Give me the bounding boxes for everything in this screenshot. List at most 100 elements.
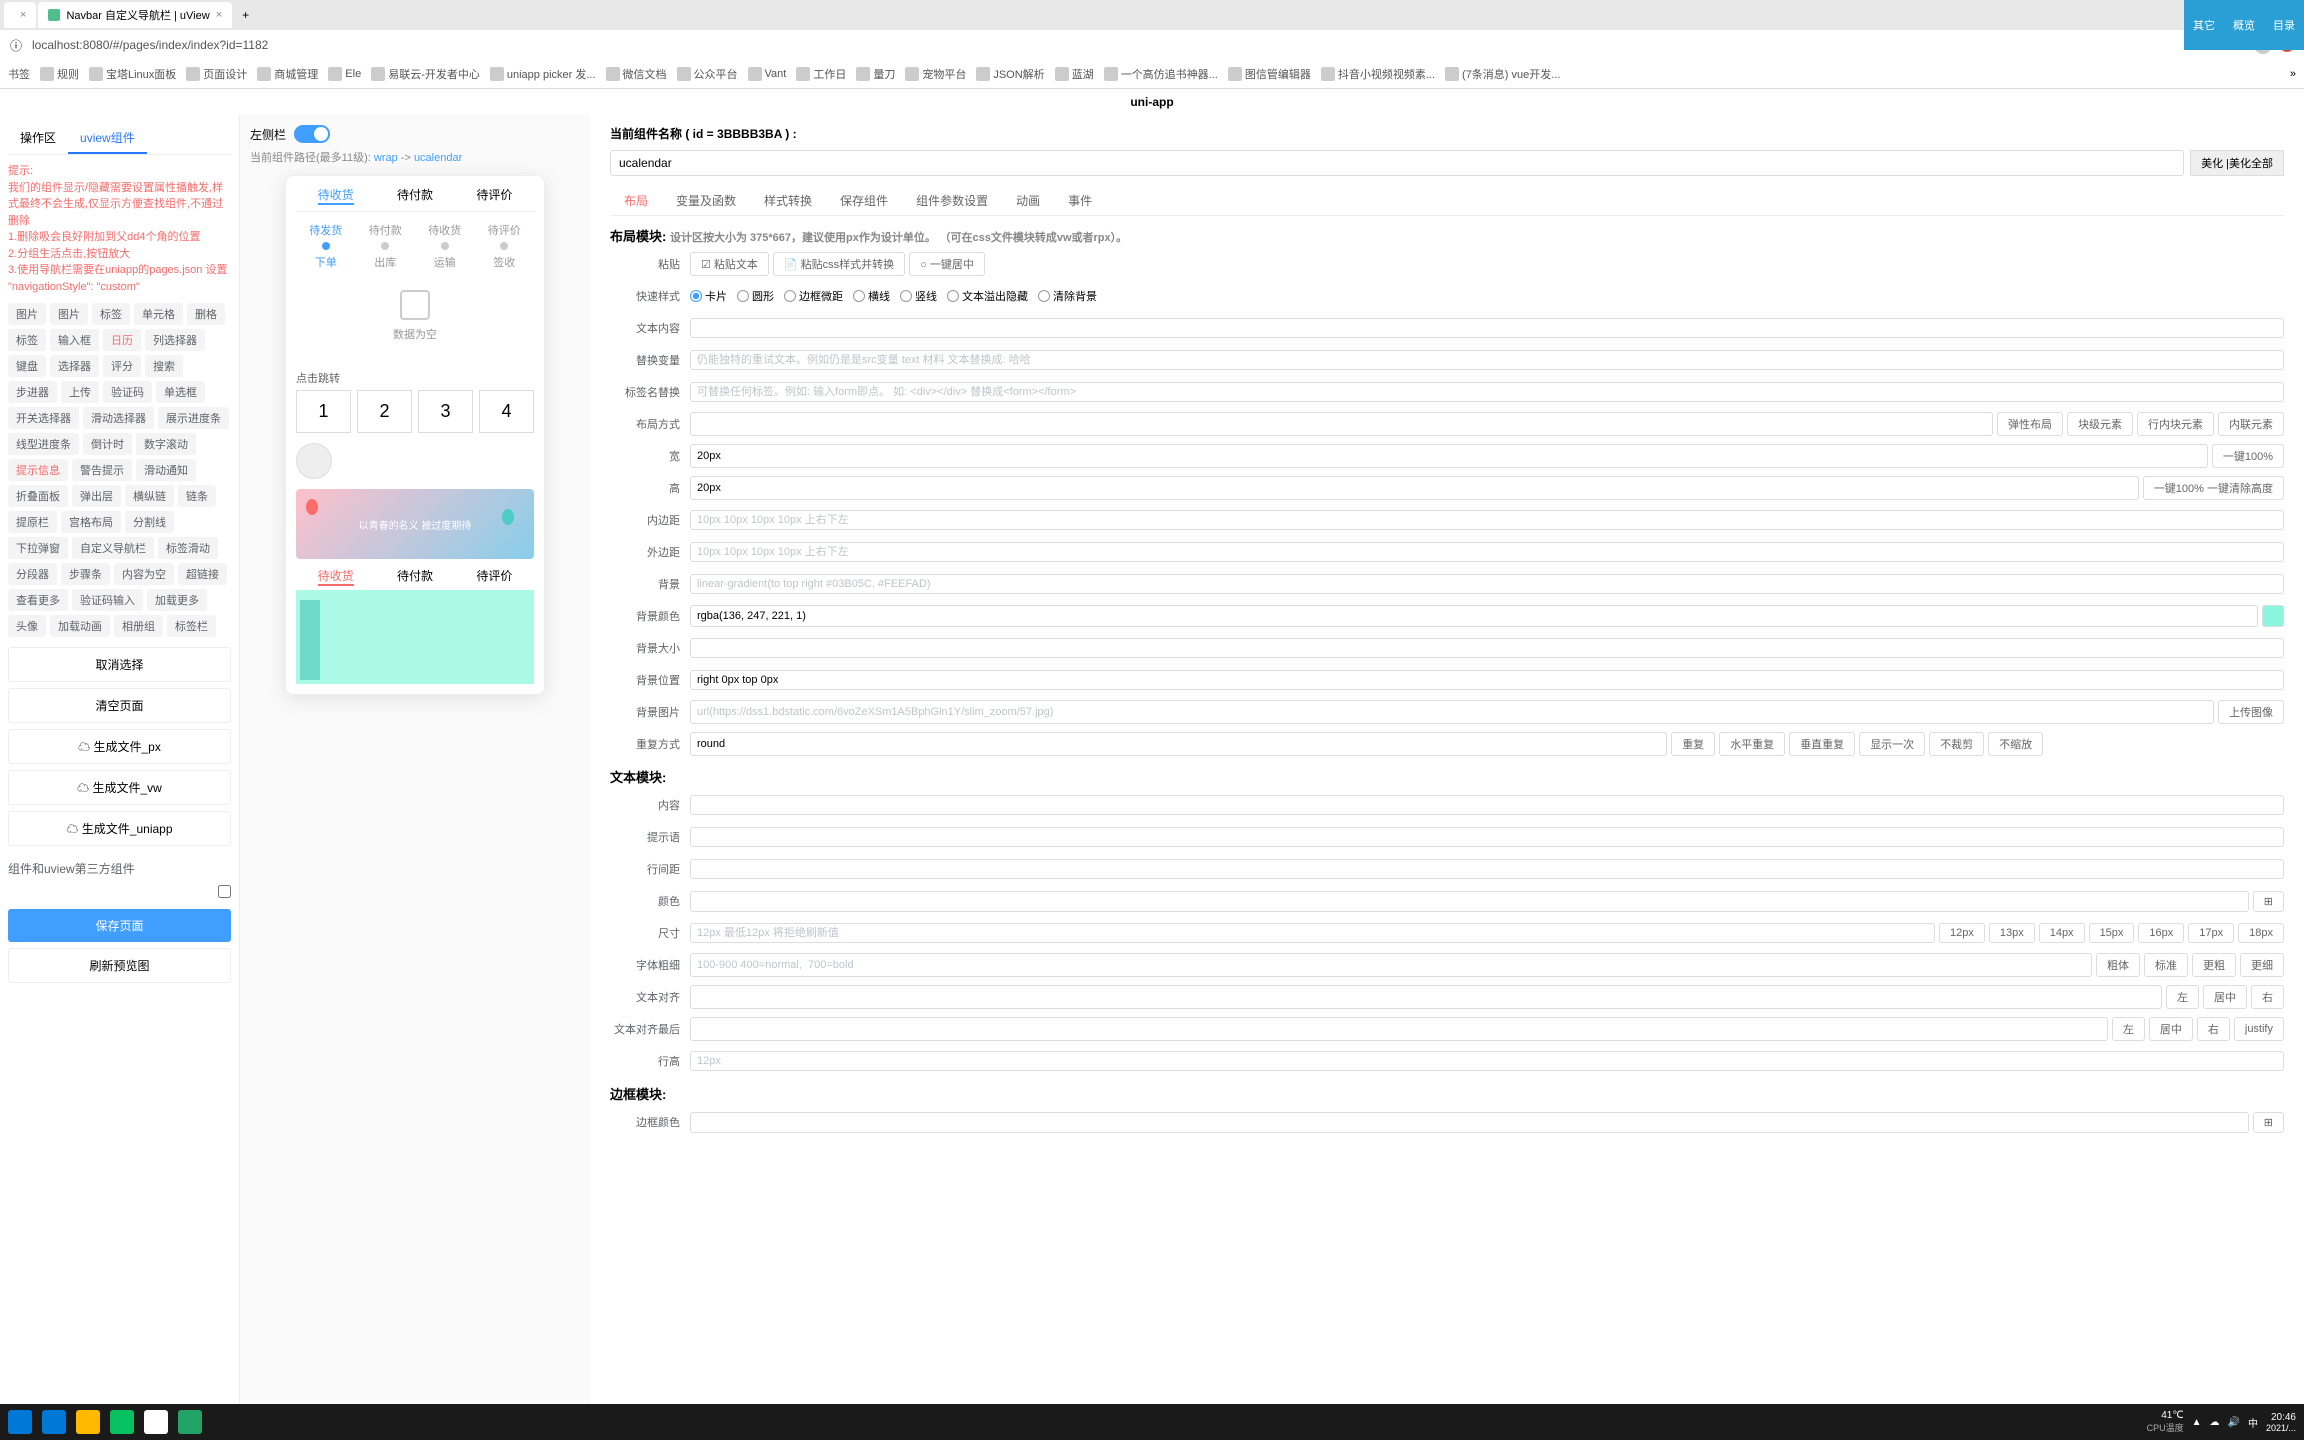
bg-img-input[interactable] [690, 700, 2214, 724]
layout-mode-input[interactable] [690, 412, 1993, 436]
temp-widget[interactable]: 41℃ CPU温度 [2147, 1410, 2184, 1434]
size-opt[interactable]: 14px [2039, 923, 2085, 943]
component-tag[interactable]: 下拉弹窗 [8, 537, 68, 559]
component-tag[interactable]: 加载动画 [50, 615, 110, 637]
preview-tab[interactable]: 待收货 [318, 567, 354, 586]
weight-opt[interactable]: 更粗 [2192, 953, 2236, 977]
component-tag[interactable]: 验证码 [103, 381, 152, 403]
num-cell[interactable]: 1 [296, 390, 351, 433]
component-tag[interactable]: 分段器 [8, 563, 57, 585]
align-last-opt[interactable]: justify [2234, 1017, 2284, 1041]
repeat-opt[interactable]: 重复 [1671, 732, 1715, 756]
banner-image[interactable]: 以青春的名义 被过度期待 [296, 489, 534, 559]
beautify-button[interactable]: 美化 |美化全部 [2190, 150, 2284, 176]
size-opt[interactable]: 12px [1939, 923, 1985, 943]
component-tag[interactable]: 超链接 [178, 563, 227, 585]
component-tag[interactable]: 相册组 [114, 615, 163, 637]
url-input[interactable]: localhost:8080/#/pages/index/index?id=11… [30, 36, 2227, 54]
block-button[interactable]: 块级元素 [2067, 412, 2133, 436]
taskbar-app[interactable] [42, 1410, 66, 1434]
bookmark-item[interactable]: 一个高仿追书神器... [1104, 66, 1218, 82]
component-tag[interactable]: 步骤条 [61, 563, 110, 585]
tray-icon[interactable]: ☁ [2210, 1417, 2220, 1428]
component-tag[interactable]: 数字滚动 [136, 433, 196, 455]
align-last-input[interactable] [690, 1017, 2108, 1041]
preview-tab[interactable]: 待付款 [397, 567, 433, 586]
close-icon[interactable]: × [216, 9, 222, 21]
quick-style-radio[interactable]: 横线 [853, 288, 890, 304]
component-tag[interactable]: 输入框 [50, 329, 99, 351]
align-input[interactable] [690, 985, 2162, 1009]
bookmark-item[interactable]: 页面设计 [186, 66, 247, 82]
close-icon[interactable]: × [20, 9, 26, 21]
component-tag[interactable]: 展示进度条 [158, 407, 229, 429]
selected-component[interactable] [296, 590, 534, 684]
bookmark-item[interactable]: 抖音小视频视频素... [1321, 66, 1435, 82]
component-tag[interactable]: 单选框 [156, 381, 205, 403]
color-picker-button[interactable]: ⊞ [2253, 891, 2284, 912]
size-input[interactable] [690, 923, 1935, 943]
border-color-input[interactable] [690, 1112, 2249, 1133]
padding-input[interactable] [690, 510, 2284, 530]
component-tag[interactable]: 线型进度条 [8, 433, 79, 455]
phone-preview[interactable]: 待收货 待付款 待评价 待发货下单 待付款出库 待收货运输 待评价签收 数据为空… [285, 175, 545, 695]
quick-style-radio[interactable]: 文本溢出隐藏 [947, 288, 1028, 304]
component-tag[interactable]: 图片 [8, 303, 46, 325]
upload-button[interactable]: 上传图像 [2218, 700, 2284, 724]
tray-icon[interactable]: ▲ [2192, 1417, 2202, 1428]
width-input[interactable] [690, 444, 2208, 468]
preview-tab[interactable]: 待收货 [318, 186, 354, 205]
tab-save[interactable]: 保存组件 [826, 186, 902, 215]
bookmark-item[interactable]: 宝塔Linux面板 [89, 66, 176, 82]
hint-input[interactable] [690, 827, 2284, 847]
text-color-input[interactable] [690, 891, 2249, 912]
component-tag[interactable]: 分割线 [125, 511, 174, 533]
weight-opt[interactable]: 粗体 [2096, 953, 2140, 977]
tab-vars[interactable]: 变量及函数 [662, 186, 750, 215]
color-swatch[interactable] [2262, 605, 2284, 627]
line-height-input[interactable] [690, 859, 2284, 879]
component-tag[interactable]: 提原栏 [8, 511, 57, 533]
bg-pos-input[interactable] [690, 670, 2284, 690]
repeat-opt[interactable]: 垂直重复 [1789, 732, 1855, 756]
size-opt[interactable]: 13px [1989, 923, 2035, 943]
bookmark-item[interactable]: 宠物平台 [905, 66, 966, 82]
component-name-input[interactable] [610, 150, 2184, 176]
bookmark-item[interactable]: 微信文档 [606, 66, 667, 82]
component-tag[interactable]: 查看更多 [8, 589, 68, 611]
refresh-preview-button[interactable]: 刷新预览图 [8, 948, 231, 983]
tab-anim[interactable]: 动画 [1002, 186, 1054, 215]
component-tag[interactable]: 选择器 [50, 355, 99, 377]
bookmark-item[interactable]: 量刀 [856, 66, 895, 82]
component-tag[interactable]: 横纵链 [125, 485, 174, 507]
tab-events[interactable]: 事件 [1054, 186, 1106, 215]
bookmark-item[interactable]: 蓝湖 [1055, 66, 1094, 82]
component-tag[interactable]: 折叠面板 [8, 485, 68, 507]
cancel-select-button[interactable]: 取消选择 [8, 647, 231, 682]
clock[interactable]: 20:46 2021/... [2266, 1412, 2296, 1433]
third-party-checkbox[interactable] [218, 885, 231, 898]
bookmark-item[interactable]: 图信管编辑器 [1228, 66, 1311, 82]
preview-tab[interactable]: 待付款 [397, 186, 433, 205]
flex-button[interactable]: 弹性布局 [1997, 412, 2063, 436]
align-opt[interactable]: 右 [2251, 985, 2284, 1009]
browser-tab-2[interactable]: Navbar 自定义导航栏 | uView × [38, 2, 232, 28]
component-tag[interactable]: 滑动选择器 [83, 407, 154, 429]
component-tag[interactable]: 提示信息 [8, 459, 68, 481]
strip-item[interactable]: 其它 [2193, 17, 2215, 33]
repeat-opt[interactable]: 水平重复 [1719, 732, 1785, 756]
browser-tab-1[interactable]: × [4, 2, 36, 28]
component-tag[interactable]: 加载更多 [147, 589, 207, 611]
component-tag[interactable]: 自定义导航栏 [72, 537, 154, 559]
sidebar-switch[interactable] [294, 125, 330, 143]
text-content-input[interactable] [690, 318, 2284, 338]
weight-input[interactable] [690, 953, 2092, 977]
save-page-button[interactable]: 保存页面 [8, 909, 231, 942]
line-h-input[interactable] [690, 1051, 2284, 1071]
quick-style-radio[interactable]: 边框微距 [784, 288, 843, 304]
paste-css-button[interactable]: 📄 粘贴css样式并转换 [773, 252, 905, 276]
bookmark-item[interactable]: uniapp picker 发... [490, 66, 596, 82]
component-tag[interactable]: 图片 [50, 303, 88, 325]
repeat-opt[interactable]: 不缩放 [1988, 732, 2043, 756]
align-opt[interactable]: 左 [2166, 985, 2199, 1009]
